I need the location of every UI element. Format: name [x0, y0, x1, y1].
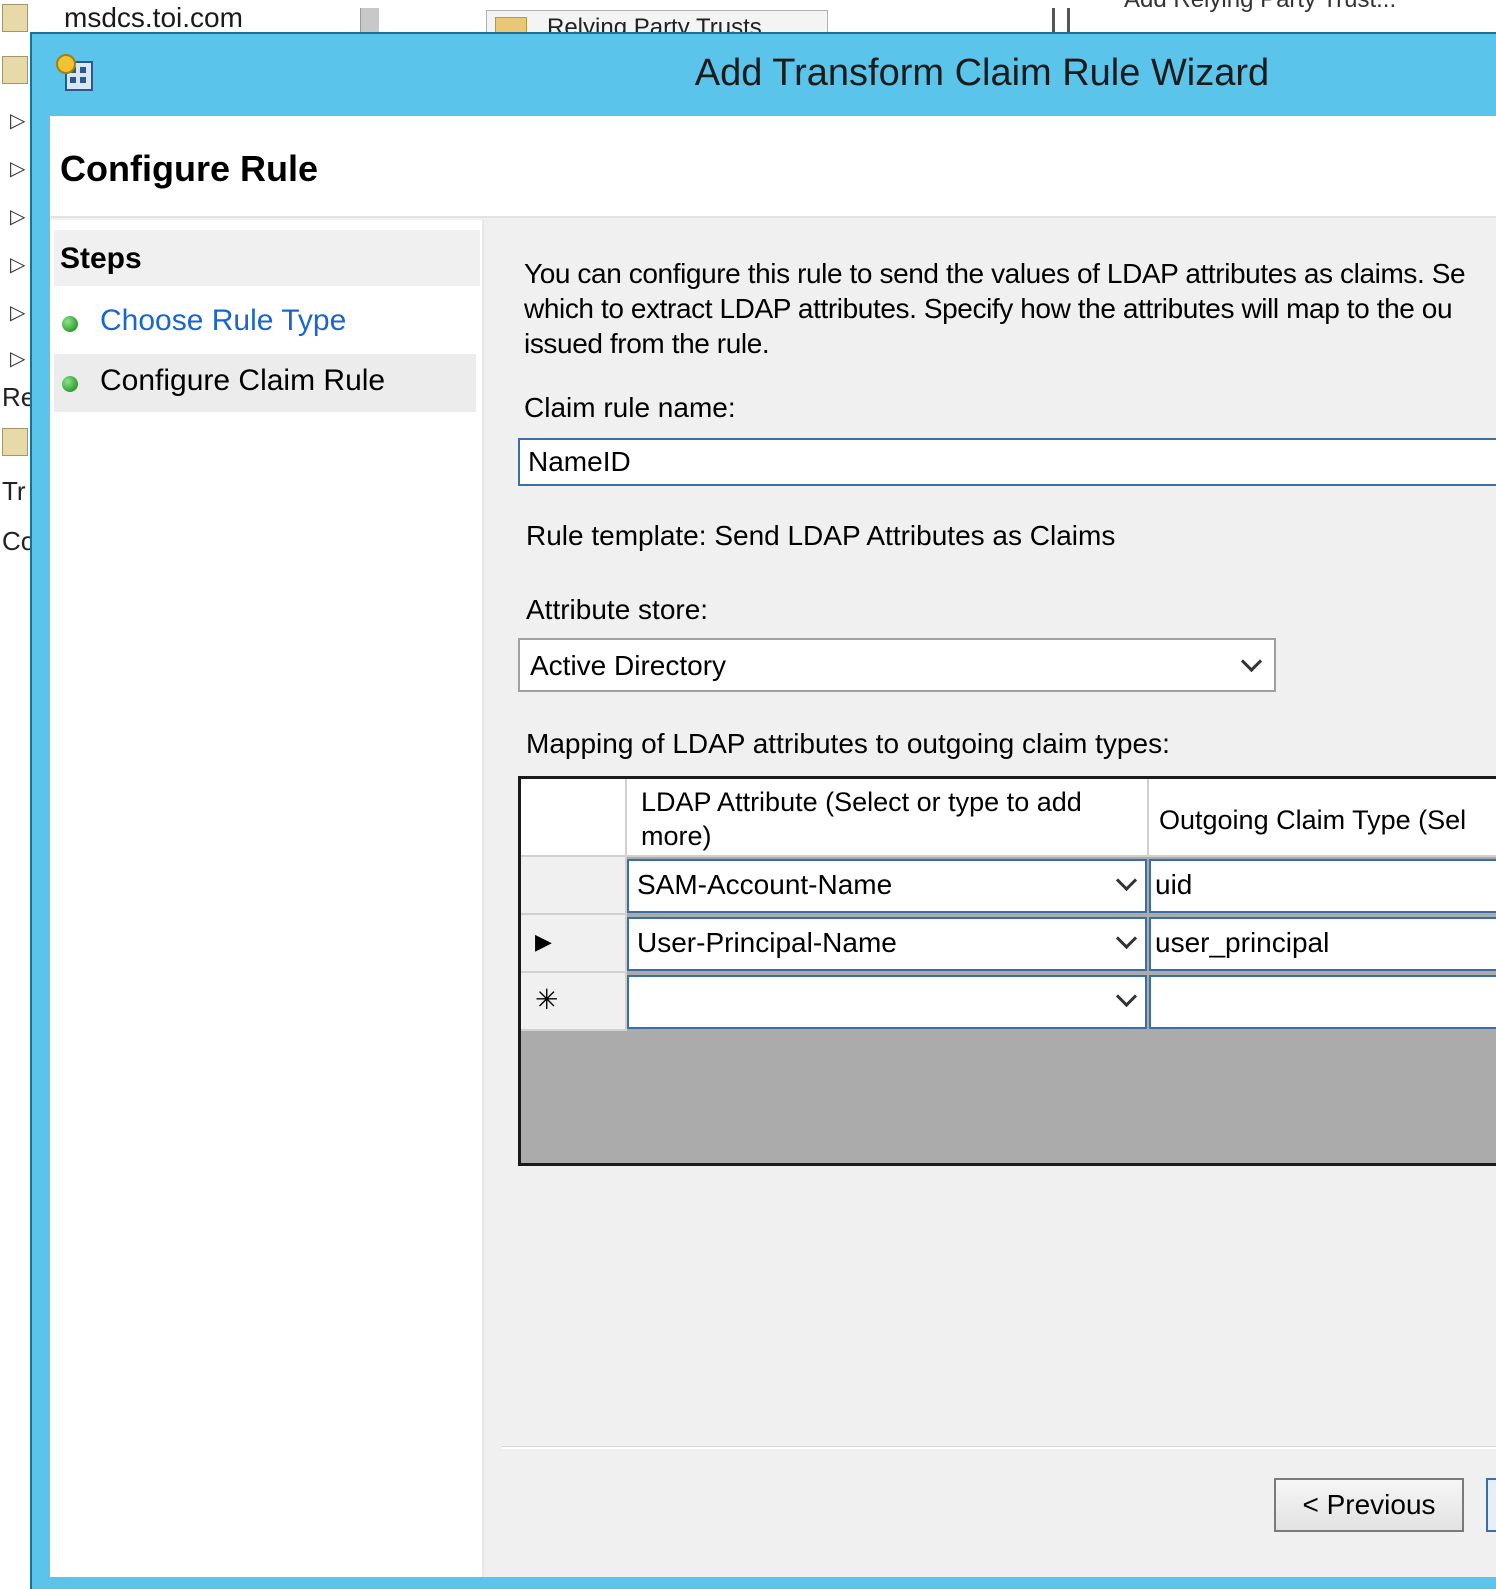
tree-node-icon [2, 4, 28, 32]
grid-corner-cell [521, 779, 627, 857]
expand-arrow-icon: ▷ [10, 110, 26, 132]
column-header-outgoing-claim-type[interactable]: Outgoing Claim Type (Sel [1149, 779, 1496, 857]
attribute-store-label: Attribute store: [526, 594, 709, 625]
steps-heading: Steps [60, 242, 142, 275]
claim-type-cell[interactable]: uid [1149, 859, 1496, 913]
background-action-text: Add Relying Party Trust... [1124, 0, 1394, 14]
wizard-window: Add Transform Claim Rule Wizard Configur… [30, 32, 1496, 1589]
next-button[interactable] [1486, 1478, 1496, 1532]
step-label[interactable]: Choose Rule Type [100, 304, 346, 338]
row-header[interactable] [521, 857, 627, 915]
steps-heading-bar: Steps [54, 230, 480, 286]
mapping-label: Mapping of LDAP attributes to outgoing c… [526, 728, 1170, 759]
expand-arrow-icon: ▷ [10, 254, 26, 276]
rule-description: You can configure this rule to send the … [524, 258, 1466, 359]
tree-node-icon [2, 56, 28, 84]
mapping-grid: LDAP Attribute (Select or type to add mo… [518, 776, 1496, 1166]
chevron-down-icon[interactable] [1115, 869, 1138, 892]
new-row-asterisk-icon: ✳ [535, 984, 559, 1015]
attribute-store-value: Active Directory [530, 650, 727, 681]
column-header-ldap-attribute[interactable]: LDAP Attribute (Select or type to add mo… [627, 779, 1149, 857]
wizard-header: Configure Rule [50, 116, 1496, 218]
ldap-attribute-cell-new[interactable] [627, 975, 1147, 1029]
expand-arrow-icon: ▷ [10, 348, 26, 370]
footer-divider [502, 1446, 1496, 1449]
claim-type-cell-new[interactable] [1149, 975, 1496, 1029]
ldap-attribute-cell[interactable]: SAM-Account-Name [627, 859, 1147, 913]
expand-arrow-icon: ▷ [10, 158, 26, 180]
background-console-bar: msdcs.toi.com Relying Party Trusts Add R… [0, 0, 1496, 35]
expand-arrow-icon: ▷ [10, 206, 26, 228]
background-splitter-2 [1052, 8, 1070, 34]
window-title: Add Transform Claim Rule Wizard [694, 52, 1270, 94]
step-configure-claim-rule[interactable]: Configure Claim Rule [54, 354, 476, 412]
rule-template-label: Rule template: Send LDAP Attributes as C… [526, 520, 1116, 551]
claim-type-cell[interactable]: user_principal [1149, 917, 1496, 971]
attribute-store-dropdown[interactable]: Active Directory [518, 638, 1276, 692]
step-status-icon [62, 376, 78, 392]
previous-button[interactable]: < Previous [1274, 1478, 1464, 1532]
expand-arrow-icon: ▷ [10, 302, 26, 324]
background-domain-label: msdcs.toi.com [64, 2, 243, 33]
adfs-app-icon [56, 54, 93, 91]
background-tree: ▷ ▷ ▷ ▷ ▷ ▷ Re Tr Co [0, 0, 34, 1589]
ldap-attribute-cell[interactable]: User-Principal-Name [627, 917, 1147, 971]
step-choose-rule-type[interactable]: Choose Rule Type [54, 294, 476, 352]
background-splitter [360, 8, 379, 34]
chevron-down-icon[interactable] [1240, 650, 1263, 673]
claim-rule-name-input[interactable] [518, 438, 1496, 486]
step-status-icon [62, 316, 78, 332]
claim-rule-name-label: Claim rule name: [524, 392, 736, 423]
current-row-arrow-icon: ▶ [535, 929, 552, 954]
row-header-new[interactable]: ✳ [521, 973, 627, 1031]
step-label: Configure Claim Rule [100, 364, 386, 397]
tree-node-icon [2, 428, 28, 456]
content-pane: You can configure this rule to send the … [502, 220, 1496, 1577]
row-header-current[interactable]: ▶ [521, 915, 627, 973]
wizard-client-area: Configure Rule Steps Choose Rule Type Co… [50, 116, 1496, 1577]
page-title: Configure Rule [60, 148, 318, 189]
steps-pane: Steps Choose Rule Type Configure Claim R… [50, 220, 484, 1577]
chevron-down-icon[interactable] [1115, 927, 1138, 950]
chevron-down-icon[interactable] [1115, 985, 1138, 1008]
